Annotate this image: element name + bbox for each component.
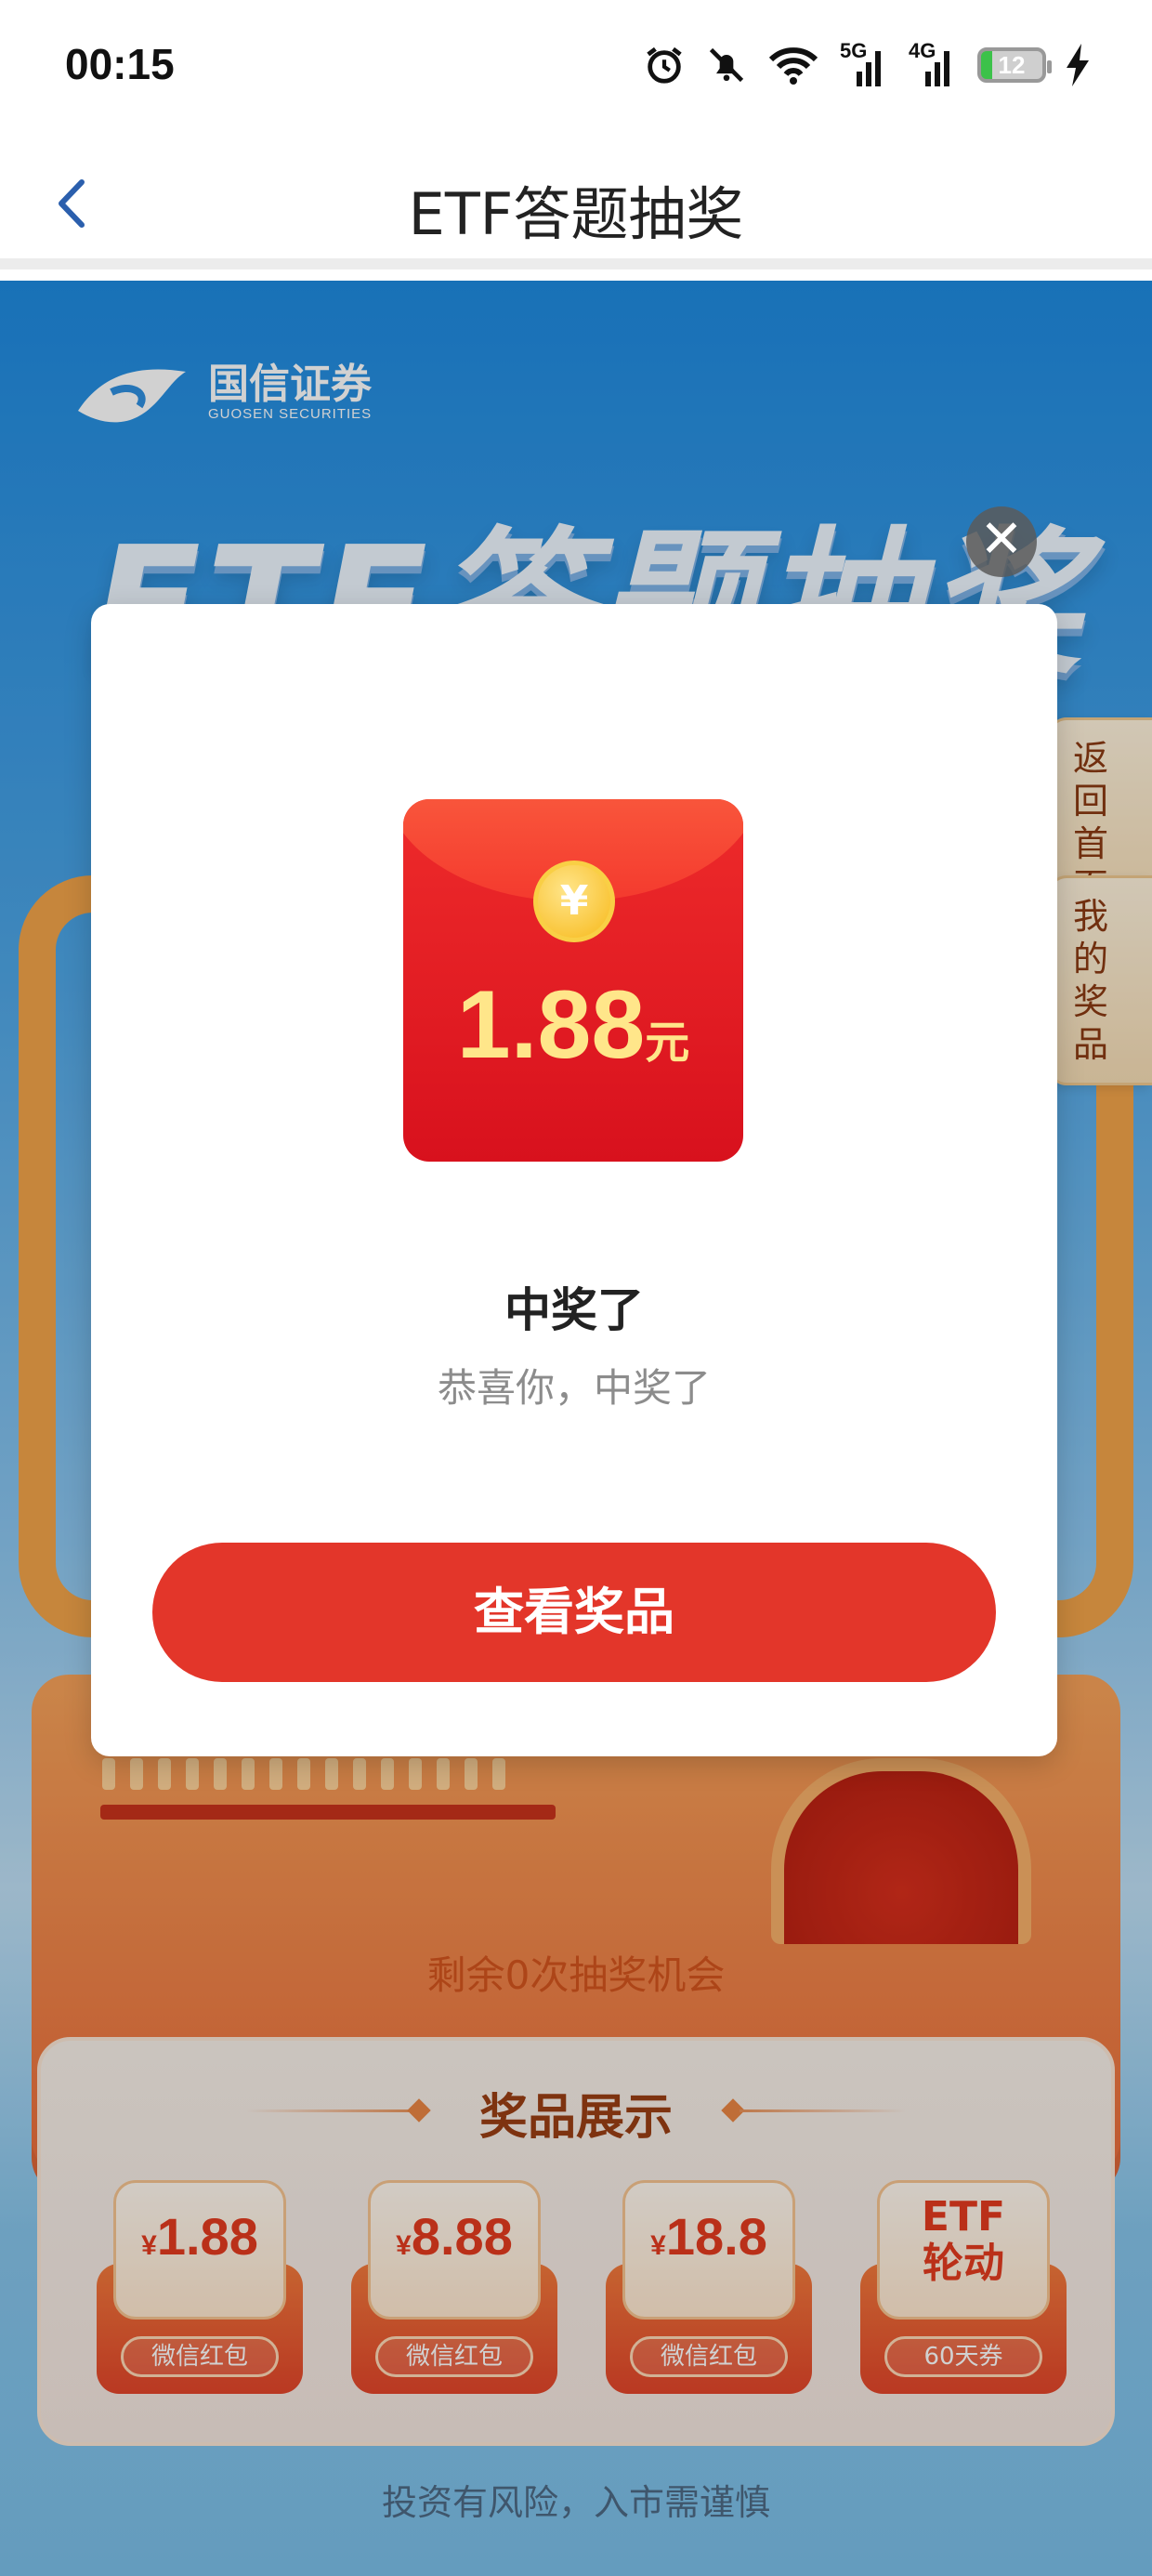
page-title: ETF答题抽奖 [408, 180, 744, 248]
win-subtitle: 恭喜你，中奖了 [437, 1365, 711, 1411]
signal-4g-icon: 4G [909, 39, 957, 89]
nav-bar: ETF答题抽奖 [0, 139, 1152, 269]
mute-icon [706, 41, 747, 89]
win-dialog: ¥ 1.88元 中奖了 恭喜你，中奖了 查看奖品 [91, 604, 1057, 1756]
battery-level: 12 [998, 50, 1026, 79]
wifi-icon [767, 41, 819, 89]
status-bar: 00:15 5G 4G 12 [0, 0, 1152, 139]
close-icon[interactable]: ✕ [966, 506, 1037, 577]
coin-icon: ¥ [533, 861, 615, 942]
charging-icon [1067, 41, 1091, 89]
red-envelope: ¥ 1.88元 [403, 799, 743, 1162]
status-icons: 5G 4G 12 [643, 39, 1091, 89]
status-time: 00:15 [65, 40, 175, 88]
win-title: 中奖了 [504, 1283, 644, 1337]
prize-amount: 1.88元 [456, 971, 690, 1079]
view-prize-button[interactable]: 查看奖品 [152, 1543, 996, 1682]
alarm-icon [643, 41, 686, 89]
signal-5g-icon: 5G [840, 39, 888, 89]
battery-icon: 12 [977, 47, 1052, 83]
